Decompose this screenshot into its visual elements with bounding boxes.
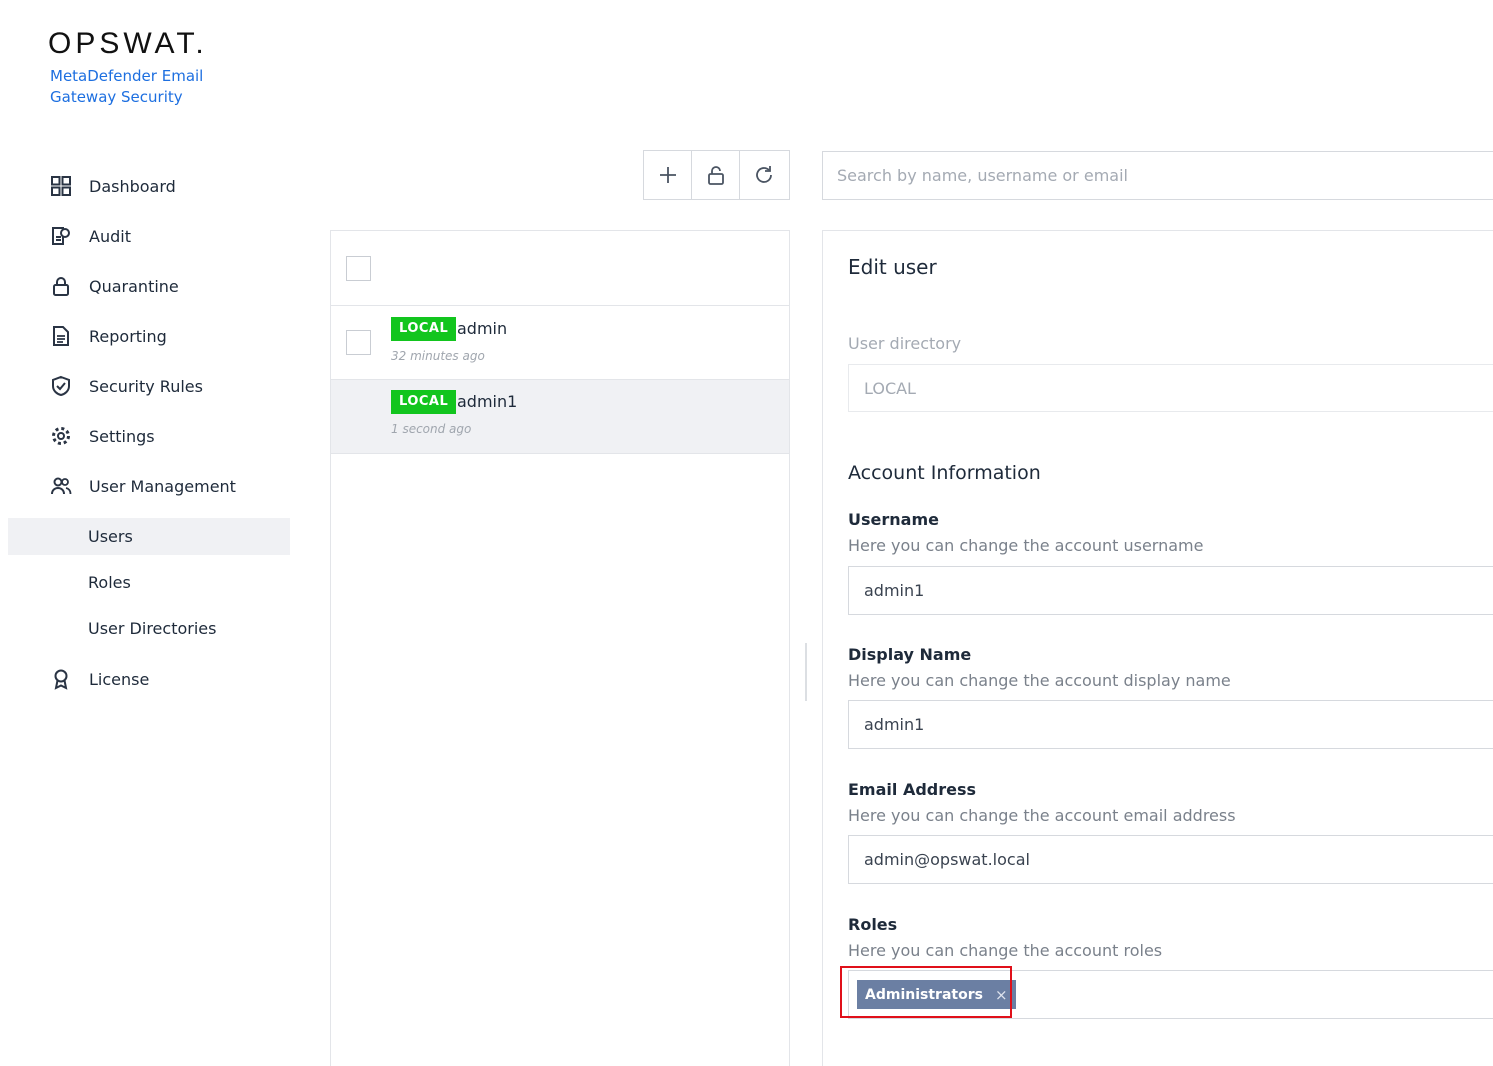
document-icon bbox=[48, 323, 74, 349]
user-name: admin bbox=[457, 319, 508, 338]
list-header bbox=[331, 231, 789, 306]
account-information-heading: Account Information bbox=[848, 462, 1041, 484]
refresh-icon bbox=[756, 166, 772, 183]
sidebar: OPSWAT. MetaDefender Email Gateway Secur… bbox=[0, 0, 300, 1066]
email-input[interactable] bbox=[848, 835, 1493, 884]
panel-title: Edit user bbox=[848, 255, 937, 279]
role-tag-administrators: Administrators × bbox=[857, 980, 1016, 1009]
display-name-label: Display Name bbox=[848, 645, 972, 664]
sidebar-item-audit[interactable]: Audit bbox=[48, 221, 131, 251]
sidebar-item-label: Settings bbox=[89, 426, 155, 446]
user-toolbar bbox=[643, 150, 790, 200]
sidebar-item-label: Quarantine bbox=[89, 276, 179, 296]
refresh-button[interactable] bbox=[740, 151, 788, 199]
sidebar-item-label: Reporting bbox=[89, 326, 167, 346]
sidebar-item-license[interactable]: License bbox=[48, 664, 149, 694]
add-user-button[interactable] bbox=[644, 151, 692, 199]
product-name-line2: Gateway Security bbox=[50, 88, 183, 106]
sidebar-item-user-management[interactable]: User Management bbox=[48, 471, 236, 501]
sidebar-item-quarantine[interactable]: Quarantine bbox=[48, 271, 179, 301]
roles-label: Roles bbox=[848, 915, 898, 934]
sidebar-item-label: License bbox=[89, 669, 150, 689]
sidebar-item-dashboard[interactable]: Dashboard bbox=[48, 171, 176, 201]
badge-award-icon bbox=[48, 666, 74, 692]
user-row-checkbox[interactable] bbox=[346, 330, 371, 355]
user-row-admin[interactable]: LOCAL admin 32 minutes ago bbox=[331, 306, 789, 380]
audit-icon bbox=[48, 223, 74, 249]
sidebar-item-label: Dashboard bbox=[89, 176, 176, 196]
logo[interactable]: OPSWAT. MetaDefender Email Gateway Secur… bbox=[48, 28, 208, 108]
search-input[interactable] bbox=[822, 151, 1493, 200]
user-directory-label: User directory bbox=[848, 334, 962, 353]
panel-resize-handle[interactable] bbox=[805, 643, 807, 701]
display-name-description: Here you can change the account display … bbox=[848, 671, 1231, 690]
unlock-icon bbox=[707, 166, 724, 185]
gear-icon bbox=[48, 423, 74, 449]
sidebar-item-reporting[interactable]: Reporting bbox=[48, 321, 167, 351]
user-last-activity: 32 minutes ago bbox=[391, 349, 485, 363]
select-all-checkbox[interactable] bbox=[346, 256, 371, 281]
username-description: Here you can change the account username bbox=[848, 536, 1204, 555]
sidebar-item-settings[interactable]: Settings bbox=[48, 421, 155, 451]
display-name-input[interactable] bbox=[848, 700, 1493, 749]
sidebar-subitem-users[interactable]: Users bbox=[8, 518, 290, 555]
roles-select[interactable]: Administrators × bbox=[848, 970, 1493, 1019]
shield-check-icon bbox=[48, 373, 74, 399]
email-label: Email Address bbox=[848, 780, 977, 799]
sidebar-subitem-user-directories[interactable]: User Directories bbox=[8, 610, 290, 647]
directory-badge: LOCAL bbox=[391, 390, 457, 414]
users-icon bbox=[48, 473, 74, 499]
username-label: Username bbox=[848, 510, 939, 529]
username-input[interactable] bbox=[848, 566, 1493, 615]
sidebar-item-label: User Management bbox=[89, 476, 236, 496]
plus-icon bbox=[659, 167, 676, 183]
roles-description: Here you can change the account roles bbox=[848, 941, 1163, 960]
user-directory-field: LOCAL bbox=[848, 364, 1493, 412]
user-last-activity: 1 second ago bbox=[391, 422, 472, 436]
sidebar-item-label: Audit bbox=[89, 226, 131, 246]
user-name: admin1 bbox=[457, 392, 518, 411]
edit-user-panel: Edit user User directory LOCAL Account I… bbox=[822, 230, 1493, 1066]
sidebar-subitem-roles[interactable]: Roles bbox=[8, 564, 290, 601]
role-tag-label: Administrators bbox=[865, 986, 983, 1003]
sidebar-item-security-rules[interactable]: Security Rules bbox=[48, 371, 203, 401]
remove-role-icon[interactable]: × bbox=[995, 986, 1008, 1004]
sidebar-item-label: Security Rules bbox=[89, 376, 203, 396]
dashboard-grid-icon bbox=[48, 173, 74, 199]
user-row-admin1[interactable]: LOCAL admin1 1 second ago bbox=[331, 380, 789, 454]
lock-icon bbox=[48, 273, 74, 299]
product-name-line1: MetaDefender Email bbox=[50, 67, 204, 85]
directory-badge: LOCAL bbox=[391, 317, 457, 341]
unlock-user-button[interactable] bbox=[692, 151, 740, 199]
email-description: Here you can change the account email ad… bbox=[848, 806, 1236, 825]
opswat-logo: OPSWAT. bbox=[48, 27, 208, 60]
user-list: LOCAL admin 32 minutes ago LOCAL admin1 … bbox=[330, 230, 790, 1066]
